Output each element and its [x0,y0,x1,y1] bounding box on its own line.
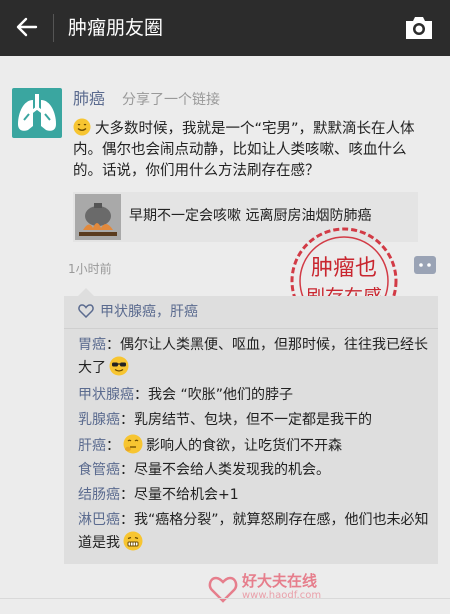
kettle-fire-icon [75,194,121,240]
watermark-brand: 好大夫在线 [242,572,318,590]
top-bar: 肿瘤朋友圈 [0,0,450,56]
watermark-logo: 好大夫在线 www.haodf.com [206,568,366,608]
comment-button[interactable] [414,256,436,274]
comment-icon [419,263,431,267]
sunglasses-emoji-icon [109,356,129,376]
heart-icon [78,304,94,318]
comment-text: ：偶尔让人类黑便、呕血，但那时候，往往我已经长大了 [78,337,428,376]
thinking-emoji-icon [123,434,143,454]
comment-item[interactable]: 胃癌：偶尔让人类黑便、呕血，但那时候，往往我已经长大了 [78,334,430,379]
comment-text: ：乳房结节、包块，但不一定都是我干的 [120,412,372,428]
comments-panel: 甲状腺癌，肝癌 胃癌：偶尔让人类黑便、呕血，但那时候，往往我已经长大了 甲状腺癌… [64,288,438,564]
comment-item[interactable]: 食管癌：尽量不会给人类发现我的机会。 [78,459,430,481]
heart-logo-icon [208,576,238,603]
divider [0,598,450,599]
comment-text: ：我会 “吹胀”他们的脖子 [134,387,293,403]
comment-item[interactable]: 甲状腺癌：我会 “吹胀”他们的脖子 [78,384,430,406]
comment-item[interactable]: 淋巴癌：我“癌格分裂”，就算怒刷存在感，他们也未必知道是我 [78,509,430,554]
stamp-line-1: 肿瘤也 [311,256,377,281]
comment-author: 食管癌 [78,462,120,478]
divider [64,328,438,329]
comment-text: ：尽量不给机会+1 [120,487,239,503]
smile-emoji-icon [73,118,91,136]
post-text-content: 大多数时候，我就是一个“宅男”，默默滴长在人体内。偶尔也会闹点动静，比如让人类咳… [73,121,415,179]
comment-text: ：尽量不会给人类发现我的机会。 [120,462,330,478]
comment-author: 乳腺癌 [78,412,120,428]
comment-author: 结肠癌 [78,487,120,503]
comment-author: 甲状腺癌 [78,387,134,403]
shared-label: 分享了一个链接 [122,92,220,108]
comment-author: 淋巴癌 [78,512,120,528]
lung-icon [18,94,56,131]
comment-item[interactable]: 结肠癌：尽量不给机会+1 [78,484,430,506]
divider [53,14,54,42]
link-title: 早期不一定会咳嗽 远离厨房油烟防肺癌 [129,208,372,224]
comment-item[interactable]: 肝癌： 影响人的食欲，让吃货们不开森 [78,434,430,457]
grimace-emoji-icon [123,531,143,551]
comment-author: 肝癌 [78,438,106,454]
post-text: 大多数时候，我就是一个“宅男”，默默滴长在人体内。偶尔也会闹点动静，比如让人类咳… [73,118,418,182]
likes-names[interactable]: 甲状腺癌，肝癌 [100,304,198,320]
watermark-url: www.haodf.com [242,590,322,601]
camera-icon[interactable] [404,15,434,41]
link-thumbnail [75,194,121,240]
page-title: 肿瘤朋友圈 [68,17,164,39]
likes-row: 甲状腺癌，肝癌 [78,302,198,322]
author-name[interactable]: 肺癌 [73,88,105,110]
arrow-left-icon[interactable] [14,14,40,40]
avatar[interactable] [12,88,62,138]
comment-author: 胃癌 [78,337,106,353]
comment-item[interactable]: 乳腺癌：乳房结节、包块，但不一定都是我干的 [78,409,430,431]
post-time: 1小时前 [68,262,112,276]
comment-text: 影响人的食欲，让吃货们不开森 [146,438,342,454]
